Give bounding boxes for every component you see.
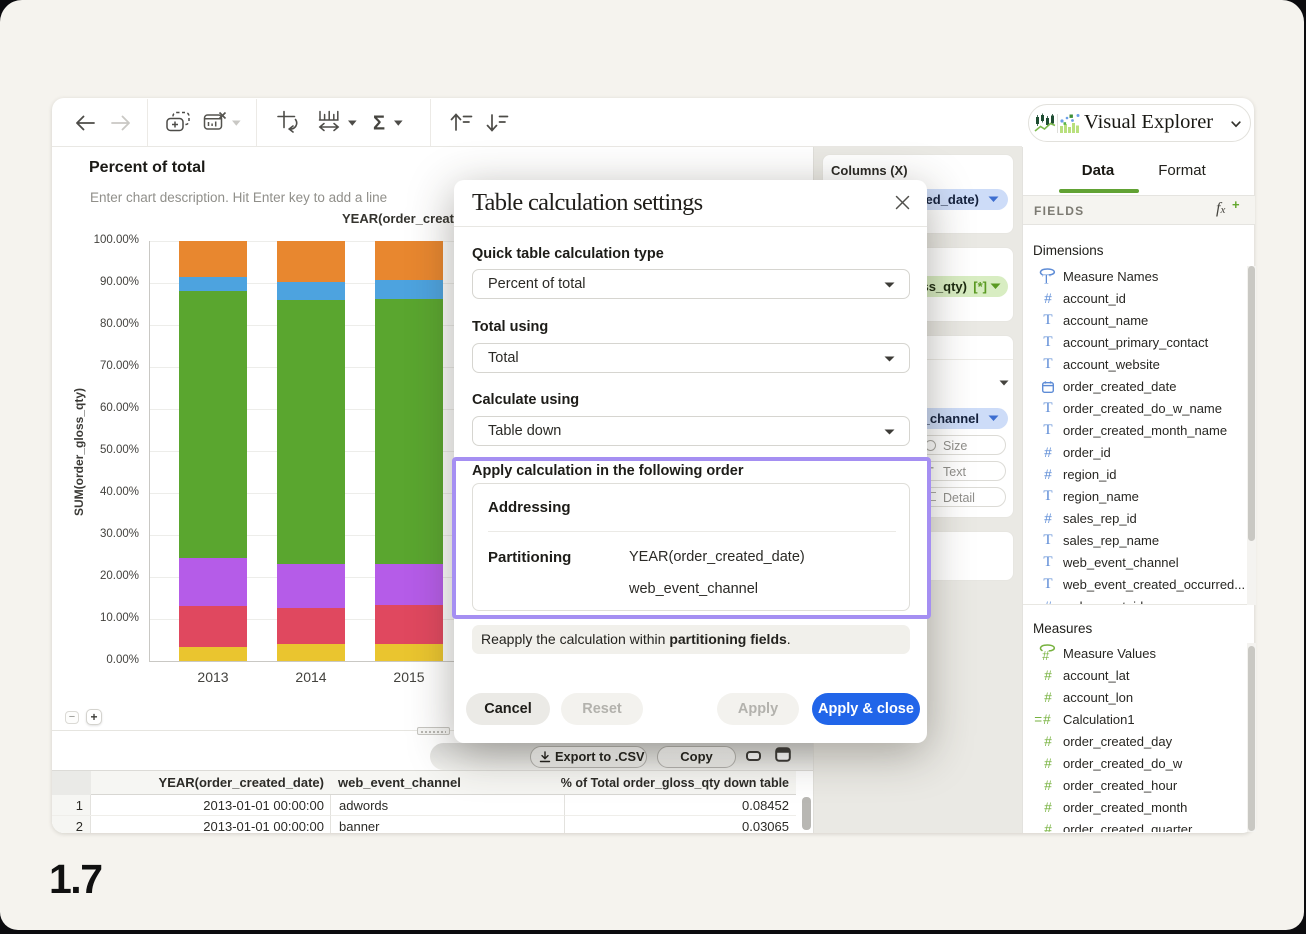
svg-text:T: T xyxy=(1042,272,1051,286)
svg-text:#: # xyxy=(1042,649,1049,662)
svg-text:Σ: Σ xyxy=(373,113,385,135)
